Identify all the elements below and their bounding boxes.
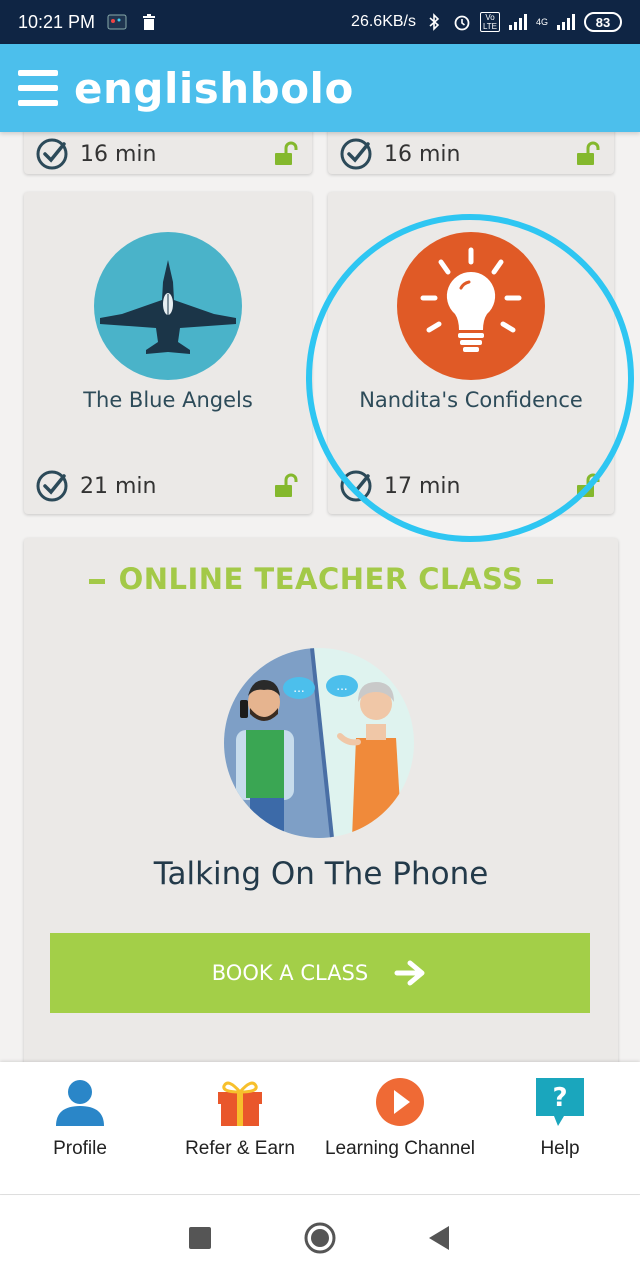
nav-profile[interactable]: Profile — [0, 1062, 160, 1194]
battery-indicator: 83 — [584, 12, 622, 32]
lesson-duration: 16 min — [384, 141, 461, 167]
triangle-back-icon — [429, 1225, 449, 1250]
lesson-thumbnail — [94, 232, 242, 380]
network-speed: 26.6KB/s — [351, 13, 416, 30]
lesson-card[interactable]: 16 min — [24, 132, 312, 174]
check-clock-icon — [36, 470, 68, 502]
recents-button[interactable] — [180, 1218, 220, 1258]
status-time: 10:21 PM — [18, 11, 96, 32]
arrow-right-icon — [394, 960, 425, 986]
play-icon — [376, 1078, 424, 1126]
check-clock-icon — [36, 138, 68, 170]
online-class-header: ONLINE TEACHER CLASS — [24, 562, 618, 596]
nav-label: Refer & Earn — [185, 1138, 295, 1159]
system-navigation-bar — [0, 1194, 640, 1280]
lesson-duration: 16 min — [80, 141, 157, 167]
gift-icon — [218, 1081, 262, 1126]
lesson-duration: 17 min — [384, 473, 461, 499]
phone-conversation-illustration: ... ... — [224, 648, 414, 838]
svg-text:?: ? — [552, 1083, 567, 1113]
signal-icon-2 — [557, 14, 575, 30]
lightbulb-icon — [420, 247, 522, 352]
unlocked-icon — [275, 473, 298, 497]
home-button[interactable] — [300, 1218, 340, 1258]
back-button[interactable] — [420, 1218, 460, 1258]
nav-label: Learning Channel — [324, 1138, 475, 1159]
online-class-card: ONLINE TEACHER CLASS ... ... Talking On … — [24, 538, 618, 1062]
unlocked-icon — [577, 473, 600, 497]
lesson-duration: 21 min — [80, 473, 157, 499]
app-bar: englishbolo — [0, 44, 640, 132]
lesson-title: Nandita's Confidence — [359, 388, 583, 412]
network-4g: 4G — [535, 17, 548, 27]
app-notification-icon — [107, 14, 127, 30]
nav-learning-channel[interactable]: Learning Channel — [320, 1062, 480, 1194]
nav-label: Profile — [53, 1138, 107, 1159]
bottom-navigation: Profile Refer & Earn Learning Channel ? … — [0, 1062, 640, 1194]
lesson-title: The Blue Angels — [83, 388, 253, 412]
class-topic: Talking On The Phone — [153, 856, 489, 892]
nav-help[interactable]: ? Help — [480, 1062, 640, 1194]
help-icon: ? — [536, 1078, 584, 1126]
volte-badge: Vo LTE — [479, 12, 500, 32]
lesson-card-nandita[interactable]: Nandita's Confidence 17 min — [328, 192, 614, 514]
jet-icon — [100, 260, 236, 354]
hamburger-menu-icon[interactable] — [18, 70, 58, 106]
lesson-thumbnail — [397, 232, 545, 380]
book-class-button[interactable]: BOOK A CLASS — [50, 933, 590, 1013]
book-class-label: BOOK A CLASS — [211, 961, 369, 985]
nav-refer-earn[interactable]: Refer & Earn — [160, 1062, 320, 1194]
profile-icon — [56, 1080, 104, 1126]
circle-icon — [304, 1222, 336, 1253]
check-clock-icon — [340, 470, 372, 502]
brand-logo: englishbolo — [74, 63, 354, 113]
check-clock-icon — [340, 138, 372, 170]
svg-text:...: ... — [293, 681, 304, 695]
trash-icon — [143, 14, 156, 30]
svg-text:...: ... — [336, 679, 347, 693]
bluetooth-icon — [429, 13, 440, 31]
unlocked-icon — [275, 141, 298, 165]
lesson-card[interactable]: 16 min — [328, 132, 614, 174]
unlocked-icon — [577, 141, 600, 165]
nav-label: Help — [540, 1138, 580, 1159]
status-bar: 10:21 PM 26.6KB/s Vo LTE 4G 83 — [0, 0, 640, 44]
alarm-icon — [454, 15, 470, 31]
lesson-card-blue-angels[interactable]: The Blue Angels 21 min — [24, 192, 312, 514]
lesson-content: 16 min 16 min The Blue Angels 21 min Nan… — [0, 132, 640, 1062]
square-icon — [189, 1226, 211, 1249]
signal-icon — [508, 14, 527, 30]
